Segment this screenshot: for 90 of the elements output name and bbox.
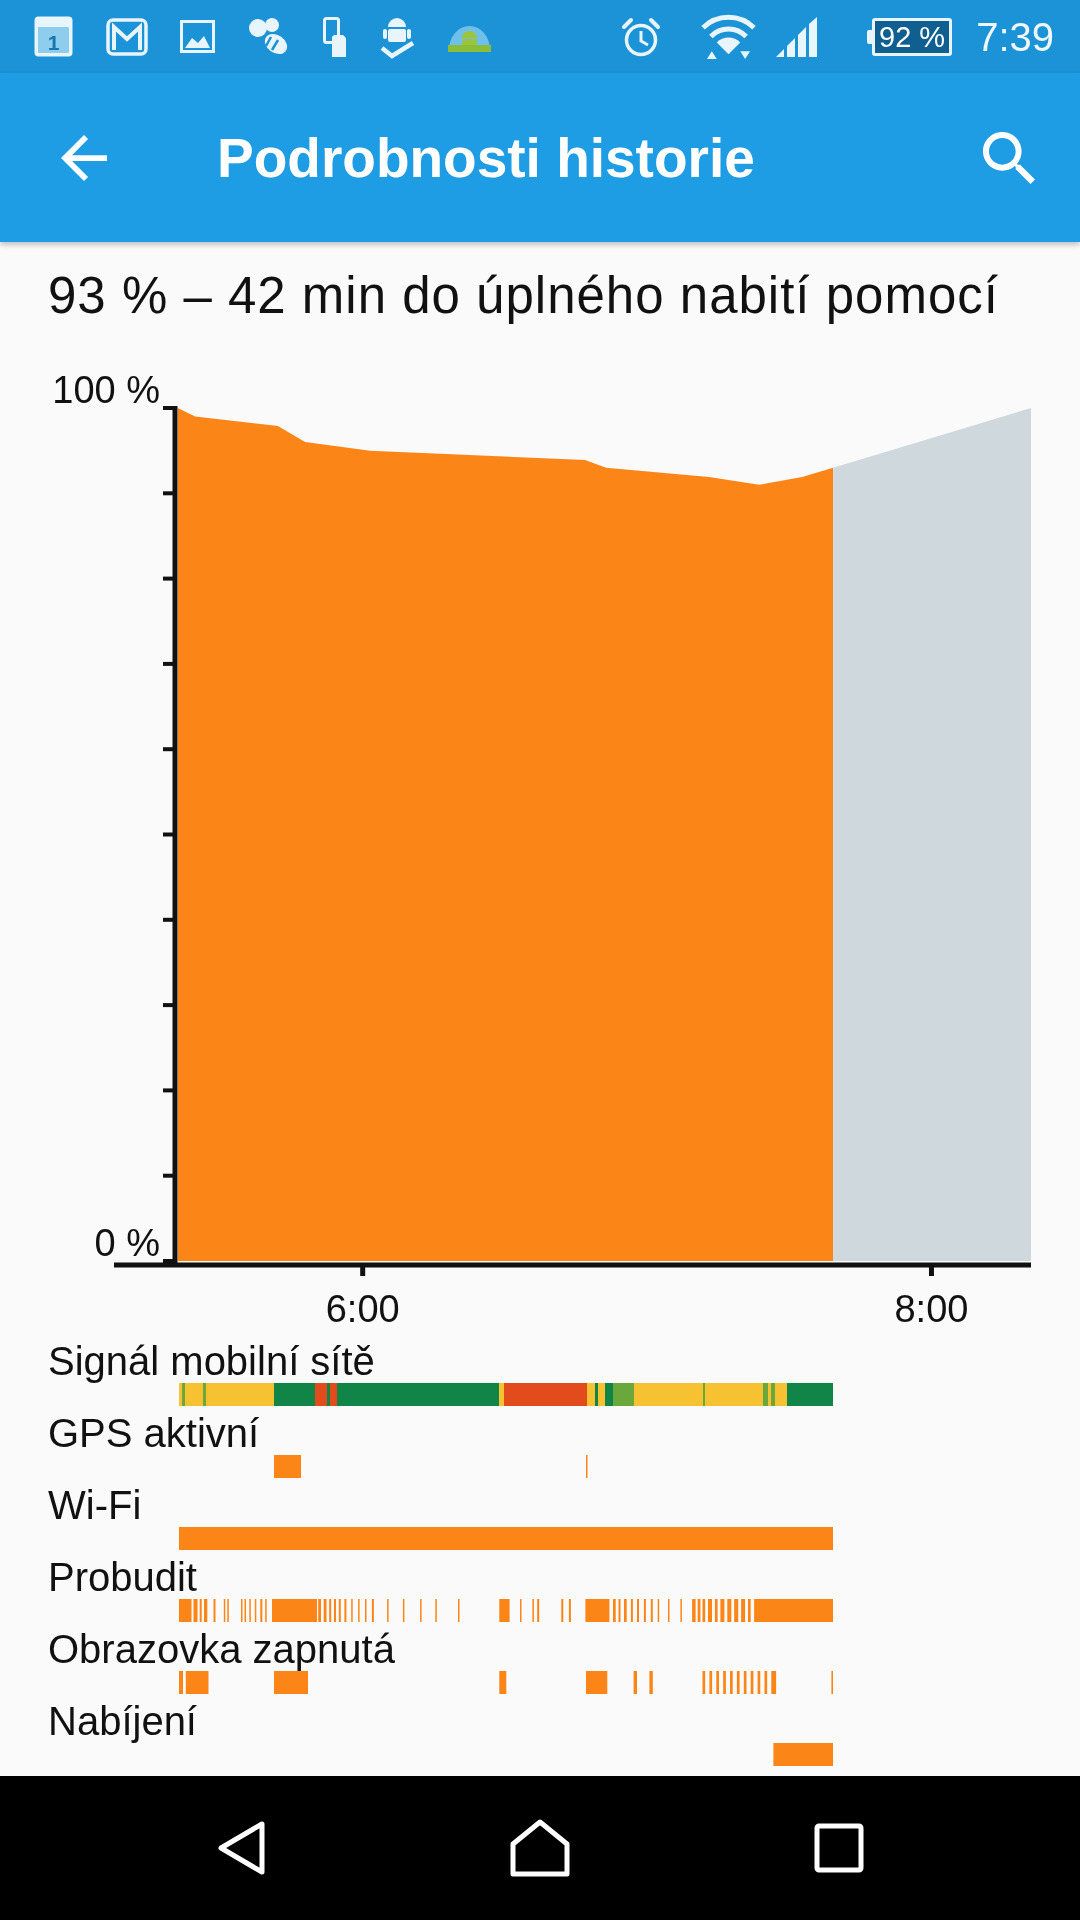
activity-mark: [274, 1455, 301, 1478]
phone-card-icon: [323, 16, 347, 57]
activity-mark: [402, 1599, 405, 1622]
activity-mark: [657, 1599, 660, 1622]
activity-mark: [748, 1599, 751, 1622]
back-arrow-icon[interactable]: [61, 134, 107, 181]
activity-mark: [585, 1599, 610, 1622]
activity-mark: [680, 1599, 682, 1622]
image-icon: [180, 20, 215, 53]
activity-mark: [344, 1599, 347, 1622]
activity-mark: [650, 1599, 653, 1622]
activity-mark: [771, 1671, 777, 1694]
axis-label: 100 %: [52, 370, 160, 411]
activity-mark: [365, 1599, 367, 1622]
activity-mark: [630, 1599, 633, 1622]
activity-mark: [702, 1671, 706, 1694]
timeline-label: GPS aktivní: [48, 1411, 260, 1455]
activity-mark: [532, 1599, 534, 1622]
activity-mark: [568, 1599, 571, 1622]
activity-mark: [371, 1599, 374, 1622]
recents-icon[interactable]: [814, 1823, 864, 1873]
activity-mark: [708, 1599, 712, 1622]
alarm-clock-icon: [621, 16, 662, 57]
activity-mark: [773, 1743, 833, 1766]
activity-mark: [265, 1599, 267, 1622]
activity-mark: [260, 1599, 263, 1622]
screen-title: Podrobnosti historie: [217, 125, 755, 190]
activity-mark: [757, 1671, 761, 1694]
back-icon[interactable]: [216, 1820, 266, 1876]
battery-indicator: 92 %: [867, 17, 953, 56]
activity-mark: [537, 1599, 540, 1622]
activity-mark: [723, 1671, 726, 1694]
activity-mark: [727, 1599, 732, 1622]
home-icon[interactable]: [510, 1819, 570, 1877]
axis-label: 8:00: [894, 1288, 969, 1330]
activity-mark: [624, 1599, 627, 1622]
timeline-label: Signál mobilní sítě: [48, 1339, 375, 1383]
activity-mark: [618, 1599, 621, 1622]
timeline-label: Nabíjení: [48, 1699, 197, 1743]
activity-mark: [185, 1671, 209, 1694]
activity-mark: [637, 1599, 639, 1622]
status-time: 7:39: [976, 13, 1054, 60]
activity-mark: [179, 1671, 183, 1694]
activity-mark: [351, 1599, 353, 1622]
activity-mark: [831, 1671, 833, 1694]
activity-mark: [730, 1671, 733, 1694]
activity-mark: [649, 1671, 653, 1694]
activity-mark: [213, 1599, 216, 1622]
activity-mark: [613, 1599, 616, 1622]
activity-mark: [668, 1599, 670, 1622]
activity-mark: [329, 1599, 332, 1622]
axis-label: 6:00: [325, 1288, 400, 1330]
activity-mark: [204, 1599, 208, 1622]
activity-mark: [499, 1599, 510, 1622]
activity-mark: [741, 1599, 746, 1622]
activity-mark: [716, 1671, 719, 1694]
activity-mark: [420, 1599, 422, 1622]
activity-mark: [334, 1599, 336, 1622]
timeline-label: Wi-Fi: [48, 1483, 142, 1527]
activity-mark: [323, 1599, 327, 1622]
activity-mark: [499, 1671, 507, 1694]
activity-mark: [643, 1599, 646, 1622]
activity-mark: [750, 1671, 754, 1694]
activity-mark: [736, 1671, 740, 1694]
activity-mark: [274, 1671, 308, 1694]
activity-mark: [338, 1599, 341, 1622]
activity-mark: [458, 1599, 460, 1622]
charge-summary-text: 93 % – 42 min do úplného nabití pomocí: [48, 266, 999, 325]
activity-mark: [743, 1671, 747, 1694]
activity-mark: [714, 1599, 718, 1622]
activity-mark: [734, 1599, 739, 1622]
activity-mark: [254, 1599, 257, 1622]
activity-mark: [764, 1671, 768, 1694]
activity-mark: [435, 1599, 437, 1622]
activity-mark: [709, 1671, 713, 1694]
timeline-label: Probudit: [48, 1555, 197, 1599]
activity-mark: [249, 1599, 251, 1622]
activity-mark: [633, 1671, 637, 1694]
timeline-label: Obrazovka zapnutá: [48, 1627, 395, 1671]
activity-mark: [561, 1599, 564, 1622]
activity-mark: [586, 1671, 608, 1694]
activity-mark: [586, 1455, 588, 1478]
activity-mark: [520, 1599, 522, 1622]
axis-label: 0 %: [94, 1222, 160, 1264]
activity-mark: [720, 1599, 725, 1622]
mail-icon: [106, 17, 148, 56]
activity-mark: [387, 1599, 389, 1622]
search-icon[interactable]: [983, 131, 1035, 184]
activity-mark: [358, 1599, 360, 1622]
calendar-icon: 1: [33, 15, 74, 58]
